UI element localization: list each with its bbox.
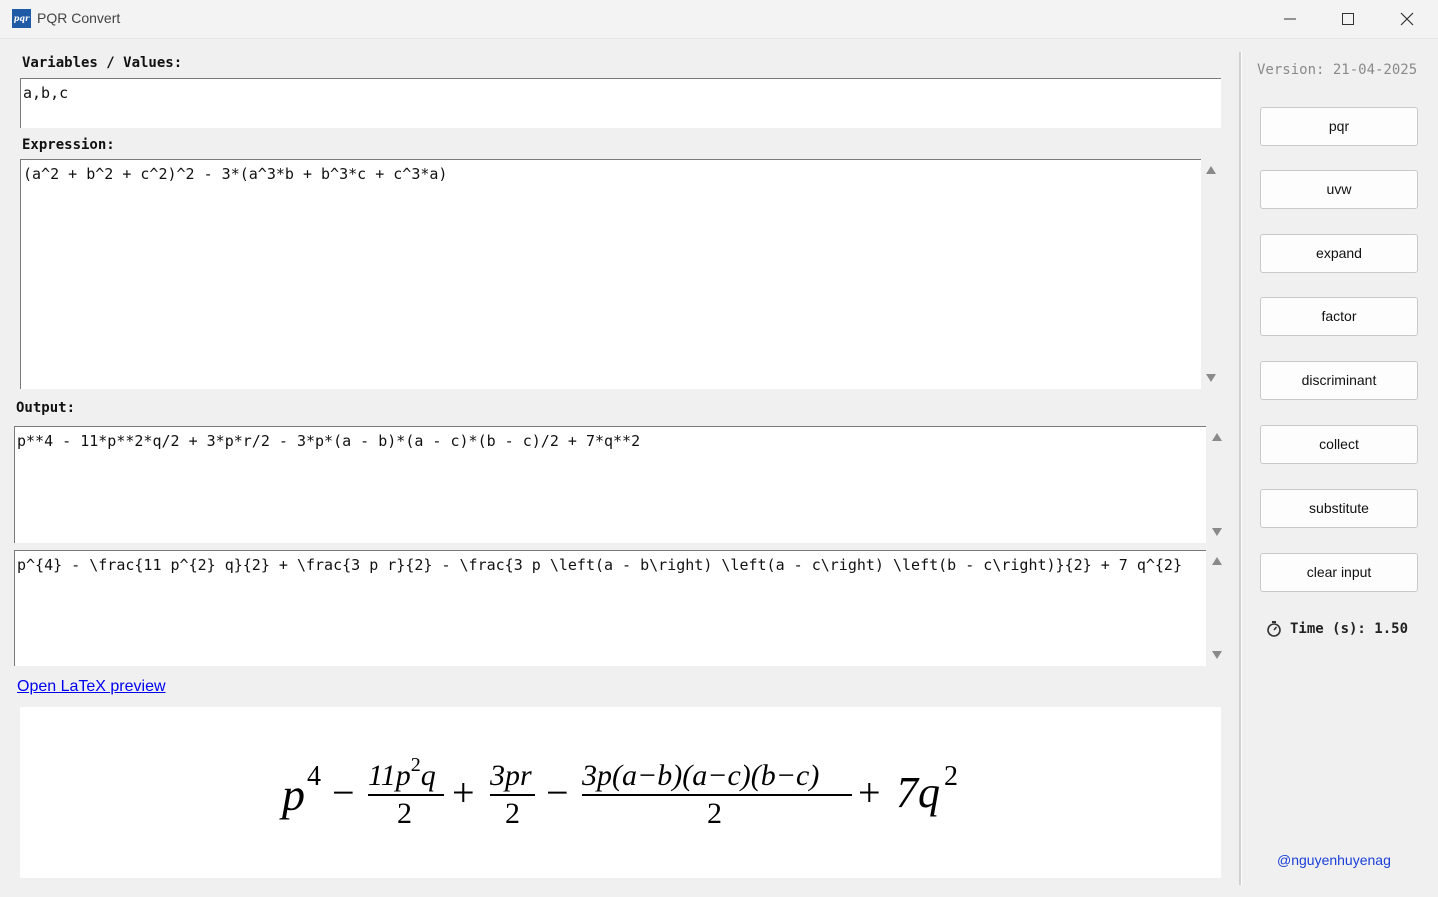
timer-readout: Time (s): 1.50 [1266,620,1408,638]
expression-label: Expression: [22,137,115,153]
variables-label: Variables / Values: [22,55,183,71]
output-latex-text[interactable]: p^{4} - \frac{11 p^{2} q}{2} + \frac{3 p… [14,550,1206,666]
rendered-formula: p 4 − 11p2q 2 + 3pr 2 − 3p(a−b)(a−c)(b−c… [279,754,958,830]
plus-sign: + [858,770,881,815]
fraction2-denominator: 2 [505,797,520,830]
clear-input-button[interactable]: clear input [1260,553,1418,592]
scroll-up-arrow-icon[interactable] [1212,433,1222,441]
minus-sign: − [332,770,355,815]
fraction2-numerator: 3pr [489,759,532,792]
maximize-icon [1342,13,1354,25]
scroll-down-arrow-icon[interactable] [1212,528,1222,536]
minus-sign: − [546,770,569,815]
title-bar[interactable]: pqr PQR Convert [0,0,1438,39]
fraction1-denominator: 2 [397,797,412,830]
uvw-button[interactable]: uvw [1260,170,1418,209]
latex-preview-panel: p 4 − 11p2q 2 + 3pr 2 − 3p(a−b)(a−c)(b−c… [20,707,1221,878]
timer-text: Time (s): 1.50 [1290,621,1409,637]
pqr-button[interactable]: pqr [1260,107,1418,146]
stopwatch-icon [1267,621,1281,637]
term-7q: 7q [896,768,940,817]
app-logo-icon: pqr [12,9,31,28]
minimize-icon [1284,18,1296,20]
version-text: Version: 21-04-2025 [1257,62,1418,78]
author-credit: @nguyenhuyenag [1277,852,1391,868]
scroll-down-arrow-icon[interactable] [1212,651,1222,659]
output-label: Output: [16,400,76,416]
fraction3-numerator: 3p(a−b)(a−c)(b−c) [581,759,819,792]
output-latex-scrollbar[interactable] [1207,550,1227,666]
close-icon [1400,12,1414,26]
app-window: pqr PQR Convert Variables / Values: a,b,… [0,0,1438,897]
term-p-exponent: 4 [307,761,321,792]
window-title: PQR Convert [37,10,121,26]
term-7q-exponent: 2 [944,761,958,792]
scroll-up-arrow-icon[interactable] [1206,166,1216,174]
factor-button[interactable]: factor [1260,297,1418,336]
term-p: p [279,769,305,820]
sidebar-divider [1239,52,1242,885]
maximize-button[interactable] [1319,0,1377,38]
substitute-button[interactable]: substitute [1260,489,1418,528]
output-python-scrollbar[interactable] [1207,426,1227,543]
discriminant-button[interactable]: discriminant [1260,361,1418,400]
open-latex-preview-link[interactable]: Open LaTeX preview [17,678,166,696]
scroll-up-arrow-icon[interactable] [1212,557,1222,565]
expression-scrollbar[interactable] [1201,159,1221,389]
fraction1-numerator: 11p2q [368,754,436,792]
output-python-text[interactable]: p**4 - 11*p**2*q/2 + 3*p*r/2 - 3*p*(a - … [14,426,1206,543]
variables-input[interactable]: a,b,c [20,78,1221,128]
minimize-button[interactable] [1261,0,1319,38]
scroll-down-arrow-icon[interactable] [1206,374,1216,382]
expression-input[interactable]: (a^2 + b^2 + c^2)^2 - 3*(a^3*b + b^3*c +… [20,159,1201,389]
collect-button[interactable]: collect [1260,425,1418,464]
plus-sign: + [452,770,475,815]
expand-button[interactable]: expand [1260,234,1418,273]
fraction3-denominator: 2 [707,797,722,830]
close-button[interactable] [1378,0,1436,38]
